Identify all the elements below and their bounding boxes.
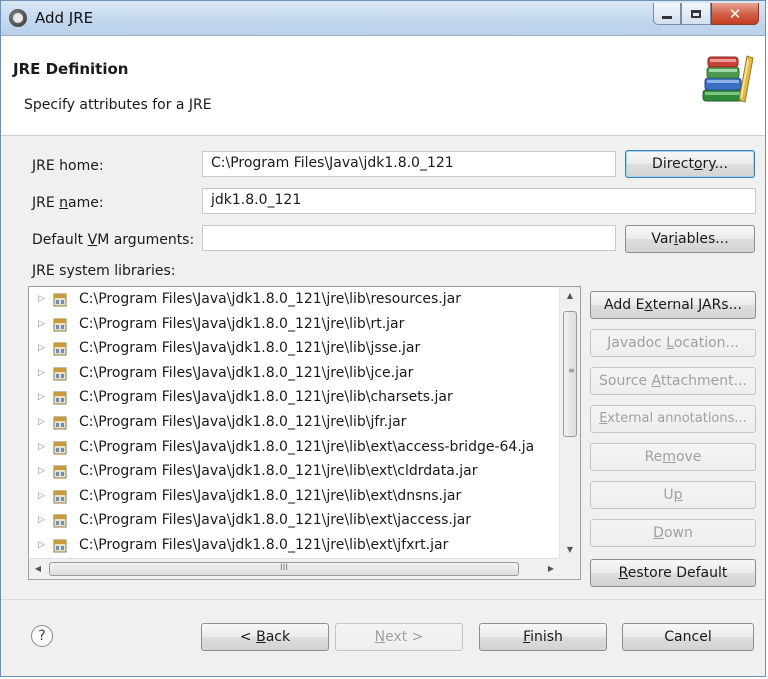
maximize-button[interactable] — [681, 3, 711, 25]
page-title: JRE Definition — [13, 60, 129, 78]
library-path: C:\Program Files\Java\jdk1.8.0_121\jre\l… — [79, 487, 462, 504]
library-item[interactable]: ▷ C:\Program Files\Java\jdk1.8.0_121\jre\… — [29, 289, 569, 313]
jre-home-field[interactable]: C:\Program Files\Java\jdk1.8.0_121 — [202, 151, 616, 177]
library-item[interactable]: ▷ C:\Program Files\Java\jdk1.8.0_121\jre\… — [29, 412, 569, 436]
expand-arrow-icon[interactable]: ▷ — [38, 466, 45, 476]
expand-arrow-icon[interactable]: ▷ — [38, 368, 45, 378]
system-libraries-list[interactable]: ▷ C:\Program Files\Java\jdk1.8.0_121\jre\… — [28, 286, 581, 580]
expand-arrow-icon[interactable]: ▷ — [38, 540, 45, 550]
library-item[interactable]: ▷ C:\Program Files\Java\jdk1.8.0_121\jre\… — [29, 314, 569, 338]
jar-icon — [53, 490, 67, 504]
library-path: C:\Program Files\Java\jdk1.8.0_121\jre\l… — [79, 291, 461, 307]
system-libraries-label: JRE system libraries: — [32, 263, 176, 279]
hscroll-grip: III — [280, 563, 288, 573]
scroll-right-icon[interactable]: ▶ — [542, 559, 560, 579]
library-item[interactable]: ▷ C:\Program Files\Java\jdk1.8.0_121\jre\… — [29, 535, 569, 559]
jar-icon — [53, 465, 67, 479]
next-button[interactable]: Next > — [335, 623, 463, 651]
remove-button[interactable]: Remove — [590, 443, 756, 471]
page-subtitle: Specify attributes for a JRE — [24, 97, 212, 113]
library-item[interactable]: ▷ C:\Program Files\Java\jdk1.8.0_121\jre\… — [29, 363, 569, 387]
back-button[interactable]: < Back — [201, 623, 329, 651]
jar-icon — [53, 367, 67, 381]
vm-arguments-field[interactable] — [202, 225, 616, 251]
library-item[interactable]: ▷ C:\Program Files\Java\jdk1.8.0_121\jre\… — [29, 387, 569, 411]
jre-name-label: JRE name: — [32, 195, 104, 211]
expand-arrow-icon[interactable]: ▷ — [38, 319, 45, 329]
scroll-corner — [559, 558, 580, 579]
vertical-scrollbar[interactable]: ▲ ≡ ▼ — [559, 287, 580, 559]
close-icon: ✕ — [728, 4, 742, 23]
library-path: C:\Program Files\Java\jdk1.8.0_121\jre\l… — [79, 463, 478, 480]
scroll-up-icon[interactable]: ▲ — [560, 287, 580, 305]
jar-icon — [53, 441, 67, 455]
expand-arrow-icon[interactable]: ▷ — [38, 417, 45, 427]
jar-icon — [53, 318, 67, 332]
library-path: C:\Program Files\Java\jdk1.8.0_121\jre\l… — [79, 512, 472, 529]
library-path: C:\Program Files\Java\jdk1.8.0_121\jre\l… — [79, 340, 421, 357]
title-bar[interactable]: Add JRE ✕ — [1, 1, 765, 36]
minimize-icon — [662, 16, 672, 19]
library-path: C:\Program Files\Java\jdk1.8.0_121\jre\l… — [79, 414, 407, 430]
eclipse-icon — [9, 9, 27, 27]
library-path: C:\Program Files\Java\jdk1.8.0_121\jre\l… — [79, 389, 453, 406]
expand-arrow-icon[interactable]: ▷ — [38, 442, 45, 452]
library-path: C:\Program Files\Java\jdk1.8.0_121\jre\l… — [79, 364, 414, 381]
minimize-button[interactable] — [653, 3, 681, 25]
horizontal-scroll-thumb[interactable]: III — [49, 562, 519, 576]
expand-arrow-icon[interactable]: ▷ — [38, 515, 45, 525]
library-item[interactable]: ▷ C:\Program Files\Java\jdk1.8.0_121\jre\… — [29, 338, 569, 362]
library-item[interactable]: ▷ C:\Program Files\Java\jdk1.8.0_121\jre\… — [29, 510, 569, 534]
finish-button[interactable]: Finish — [479, 623, 607, 651]
jre-home-label: JRE home: — [32, 158, 104, 174]
expand-arrow-icon[interactable]: ▷ — [38, 491, 45, 501]
external-annotations-button[interactable]: External annotations... — [590, 405, 756, 433]
jar-icon — [53, 539, 67, 553]
jar-icon — [53, 391, 67, 405]
horizontal-scrollbar[interactable]: ◀ III ▶ — [29, 558, 560, 579]
down-button[interactable]: Down — [590, 519, 756, 547]
scroll-down-icon[interactable]: ▼ — [560, 541, 580, 559]
footer-separator — [1, 599, 765, 600]
expand-arrow-icon[interactable]: ▷ — [38, 392, 45, 402]
window-title: Add JRE — [35, 9, 94, 27]
variables-button[interactable]: Variables... — [625, 225, 755, 253]
wizard-header: JRE Definition Specify attributes for a … — [1, 36, 765, 136]
jar-icon — [53, 514, 67, 528]
up-button[interactable]: Up — [590, 481, 756, 509]
books-icon — [702, 55, 754, 103]
cancel-button[interactable]: Cancel — [622, 623, 754, 651]
restore-default-button[interactable]: Restore Default — [590, 559, 756, 587]
close-button[interactable]: ✕ — [711, 3, 759, 25]
scroll-left-icon[interactable]: ◀ — [29, 559, 47, 579]
jre-name-field[interactable]: jdk1.8.0_121 — [202, 188, 756, 214]
library-path: C:\Program Files\Java\jdk1.8.0_121\jre\l… — [79, 537, 449, 553]
javadoc-location-button[interactable]: Javadoc Location... — [590, 329, 756, 357]
jar-icon — [53, 416, 67, 430]
library-item[interactable]: ▷ C:\Program Files\Java\jdk1.8.0_121\jre\… — [29, 461, 569, 485]
expand-arrow-icon[interactable]: ▷ — [38, 343, 45, 353]
vm-arguments-label: Default VM arguments: — [32, 232, 195, 248]
jar-icon — [53, 342, 67, 356]
library-path: C:\Program Files\Java\jdk1.8.0_121\jre\l… — [79, 438, 535, 455]
source-attachment-button[interactable]: Source Attachment... — [590, 367, 756, 395]
jar-icon — [53, 293, 67, 307]
help-icon[interactable]: ? — [31, 625, 53, 647]
window-controls: ✕ — [653, 3, 759, 25]
add-jre-dialog: Add JRE ✕ JRE Definition Specify attribu… — [0, 0, 766, 677]
library-item[interactable]: ▷ C:\Program Files\Java\jdk1.8.0_121\jre\… — [29, 437, 569, 461]
library-item[interactable]: ▷ C:\Program Files\Java\jdk1.8.0_121\jre\… — [29, 486, 569, 510]
maximize-icon — [691, 9, 701, 18]
library-path: C:\Program Files\Java\jdk1.8.0_121\jre\l… — [79, 315, 405, 332]
scroll-grip-icon: ≡ — [568, 366, 575, 375]
expand-arrow-icon[interactable]: ▷ — [38, 294, 45, 304]
add-external-jars-button[interactable]: Add External JARs... — [590, 291, 756, 319]
directory-button[interactable]: Directory... — [625, 150, 755, 178]
